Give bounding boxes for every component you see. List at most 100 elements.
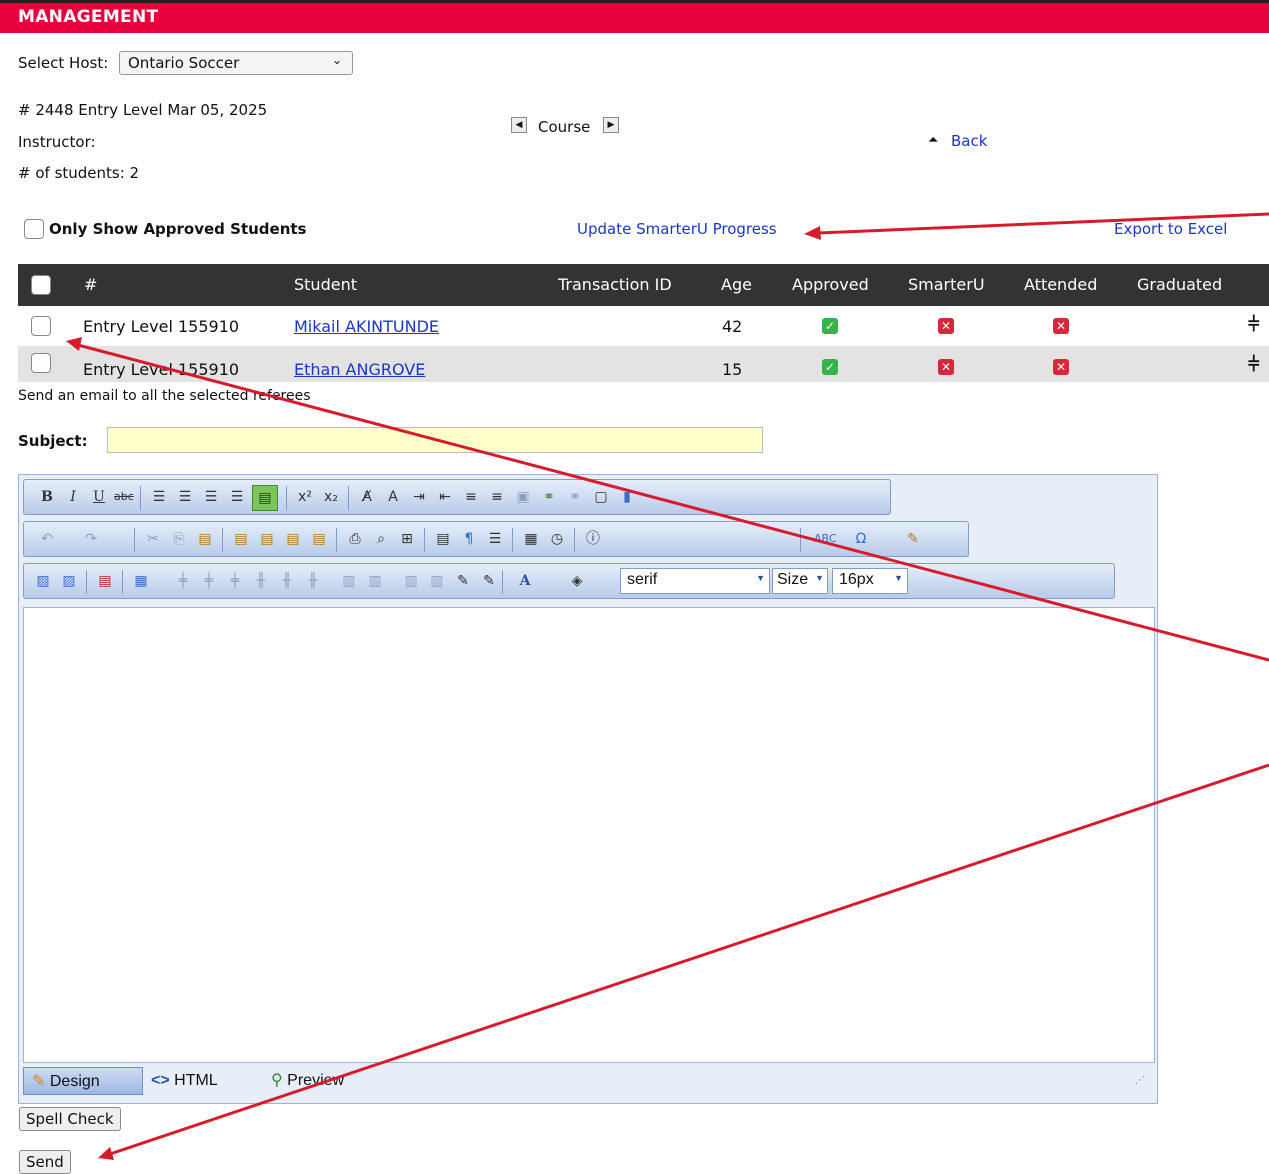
edit-toolbar: ↶ ↷ ✂ ⎘ ▤ ▤ ▤ ▤ ▤ ⎙ ⌕ ⊞ ▤ ¶ ☰ ▦ ◷ ⓘ ABC …: [23, 521, 969, 557]
redo-icon[interactable]: ↷: [82, 530, 100, 548]
bullet-list-icon[interactable]: ≡: [488, 488, 506, 506]
paste-html-icon[interactable]: ▤: [310, 530, 328, 548]
edit-table-icon[interactable]: ✎: [480, 572, 498, 590]
spell-check-button[interactable]: Spell Check: [19, 1107, 121, 1131]
paste-icon[interactable]: ▤: [196, 530, 214, 548]
image-manager-icon[interactable]: ▨: [60, 572, 78, 590]
code-icon: <>: [151, 1072, 170, 1089]
clear-styles-icon[interactable]: A: [384, 488, 402, 506]
approved-only-label: Only Show Approved Students: [49, 220, 307, 238]
row-checkbox[interactable]: [31, 316, 51, 336]
underline-icon[interactable]: U: [90, 488, 108, 506]
row-checkbox[interactable]: [31, 353, 51, 373]
paragraph-icon[interactable]: ¶: [460, 530, 478, 548]
remove-format-icon[interactable]: A̸: [358, 488, 376, 506]
cut-icon[interactable]: ✂: [144, 530, 162, 548]
spell-check-icon[interactable]: ABC: [814, 530, 837, 548]
table-row-below-icon[interactable]: ╪: [200, 572, 218, 590]
editor-content-area[interactable]: [23, 607, 1155, 1063]
tab-design-label: Design: [49, 1073, 100, 1090]
paste-text-icon[interactable]: ▤: [284, 530, 302, 548]
row-actions-icon[interactable]: ⫩: [1248, 352, 1259, 376]
select-all-checkbox[interactable]: [31, 275, 51, 295]
align-right-icon[interactable]: ☰: [202, 488, 220, 506]
spellcheck-doc-icon[interactable]: ▤: [434, 530, 452, 548]
smarteru-x-icon: ✕: [938, 359, 954, 375]
arrowhead-update: [804, 226, 821, 240]
tab-design[interactable]: ✎ Design: [23, 1067, 143, 1095]
formatting-toolbar: B I U abc ☰ ☰ ☰ ☰ ▤ x² x₂ A̸ A ⇥ ⇤ ≡ ≡ ▣…: [23, 479, 891, 515]
student-link[interactable]: Ethan ANGROVE: [294, 360, 425, 379]
select-all-icon[interactable]: ⊞: [398, 530, 416, 548]
bold-icon[interactable]: B: [38, 488, 56, 506]
send-button[interactable]: Send: [19, 1150, 71, 1174]
indent-icon[interactable]: ⇥: [410, 488, 428, 506]
info-icon[interactable]: ⓘ: [584, 530, 602, 548]
date-icon[interactable]: ▦: [522, 530, 540, 548]
insert-document-icon[interactable]: ▤: [96, 572, 114, 590]
col-age: Age: [721, 275, 752, 294]
resize-handle-icon[interactable]: ⋰: [1135, 1075, 1145, 1086]
horizontal-rule-icon[interactable]: ☰: [486, 530, 504, 548]
insert-image-icon[interactable]: ▨: [34, 572, 52, 590]
table-delete-col-icon[interactable]: ╫: [304, 572, 322, 590]
superscript-icon[interactable]: x²: [296, 488, 314, 506]
edit-cell-icon[interactable]: ✎: [454, 572, 472, 590]
strikethrough-icon[interactable]: abc: [114, 488, 134, 506]
back-icon[interactable]: ⏶: [928, 133, 938, 148]
paste-plain-icon[interactable]: ▤: [258, 530, 276, 548]
highlight-icon[interactable]: ▤: [252, 485, 278, 511]
outdent-icon[interactable]: ⇤: [436, 488, 454, 506]
host-select[interactable]: Ontario Soccer ⌄: [119, 51, 353, 75]
row-actions-icon[interactable]: ⫩: [1248, 312, 1259, 336]
font-name-select[interactable]: serif ▼: [620, 568, 770, 594]
update-smarteru-link[interactable]: Update SmarterU Progress: [577, 220, 777, 238]
print-icon[interactable]: ⎙: [346, 530, 364, 548]
numbered-list-icon[interactable]: ≡: [462, 488, 480, 506]
font-color-icon[interactable]: A: [516, 572, 534, 590]
find-icon[interactable]: ⌕: [372, 530, 390, 548]
col-smarteru: SmarterU: [908, 275, 985, 294]
editor-mode-tabs: ✎ Design <> HTML ⚲ Preview ⋰: [23, 1065, 1153, 1097]
subject-input[interactable]: [107, 427, 763, 453]
subscript-icon[interactable]: x₂: [322, 488, 340, 506]
row-number: Entry Level 155910: [83, 317, 240, 336]
image-icon[interactable]: ▣: [514, 488, 532, 506]
cell-props-icon[interactable]: ▥: [402, 572, 420, 590]
previous-course-icon[interactable]: ◀: [511, 117, 527, 133]
document-icon[interactable]: ▮: [618, 488, 636, 506]
table-row-above-icon[interactable]: ╪: [174, 572, 192, 590]
merge-cells-icon[interactable]: ▥: [340, 572, 358, 590]
paste-word-icon[interactable]: ▤: [232, 530, 250, 548]
student-link[interactable]: Mikail AKINTUNDE: [294, 317, 439, 336]
italic-icon[interactable]: I: [64, 488, 82, 506]
special-char-icon[interactable]: Ω: [852, 530, 870, 548]
undo-icon[interactable]: ↶: [38, 530, 56, 548]
table-col-right-icon[interactable]: ╫: [278, 572, 296, 590]
link-icon[interactable]: ⚭: [540, 488, 558, 506]
background-color-icon[interactable]: ◈: [568, 572, 586, 590]
student-age: 15: [722, 360, 743, 379]
back-link[interactable]: Back: [951, 132, 987, 150]
justify-icon[interactable]: ☰: [228, 488, 246, 506]
table-col-left-icon[interactable]: ╫: [252, 572, 270, 590]
font-size-select[interactable]: 16px ▼: [832, 568, 908, 594]
tab-html[interactable]: <> HTML: [151, 1067, 251, 1095]
template-icon[interactable]: ▢: [592, 488, 610, 506]
students-count: # of students: 2: [18, 164, 140, 182]
insert-table-icon[interactable]: ▦: [132, 572, 150, 590]
copy-icon[interactable]: ⎘: [170, 530, 188, 548]
align-center-icon[interactable]: ☰: [176, 488, 194, 506]
tab-preview[interactable]: ⚲ Preview: [271, 1067, 381, 1095]
export-excel-link[interactable]: Export to Excel: [1114, 220, 1227, 238]
unlink-icon[interactable]: ⚭: [566, 488, 584, 506]
approved-only-checkbox[interactable]: [24, 219, 44, 239]
size-select[interactable]: Size ▼: [772, 568, 828, 594]
format-painter-icon[interactable]: ✎: [904, 530, 922, 548]
table-props-icon[interactable]: ▥: [428, 572, 446, 590]
next-course-icon[interactable]: ▶: [603, 117, 619, 133]
time-icon[interactable]: ◷: [548, 530, 566, 548]
align-left-icon[interactable]: ☰: [150, 488, 168, 506]
split-cells-icon[interactable]: ▥: [366, 572, 384, 590]
table-delete-row-icon[interactable]: ╪: [226, 572, 244, 590]
